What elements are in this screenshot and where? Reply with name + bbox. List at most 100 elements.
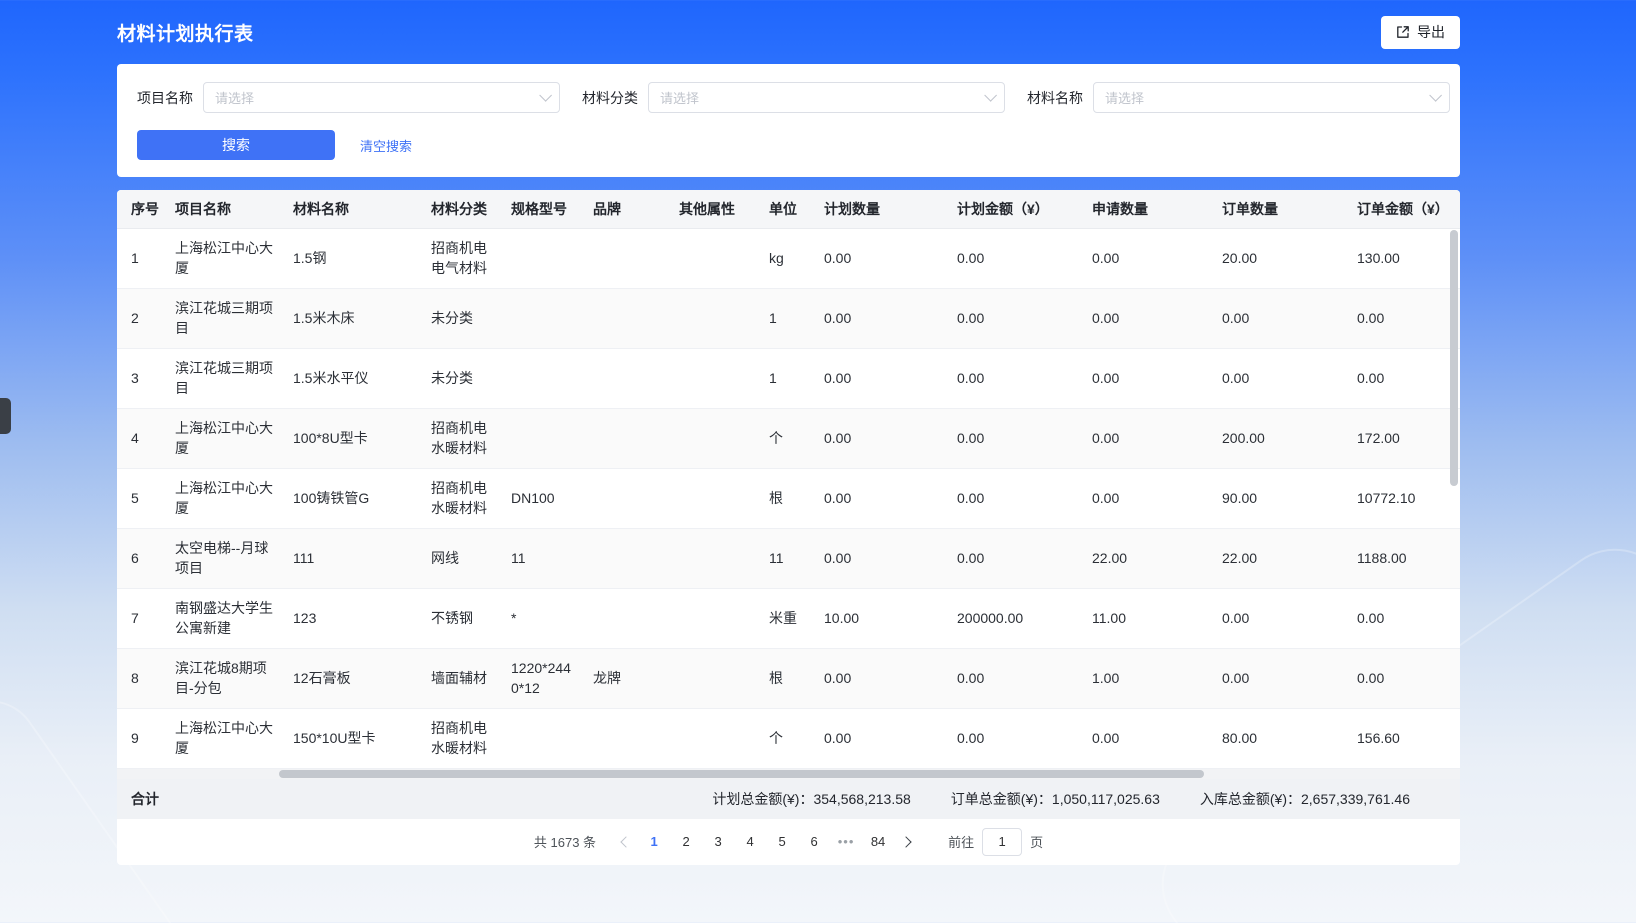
page-number-6[interactable]: 6 [801,829,827,855]
table-cell: 1.5米水平仪 [285,348,423,408]
table-cell: 0.00 [1214,648,1349,708]
table-row[interactable]: 3滨江花城三期项目1.5米水平仪未分类10.000.000.000.000.00 [117,348,1460,408]
export-button[interactable]: 导出 [1381,16,1460,49]
select-placeholder: 请选择 [215,88,254,107]
page-number-3[interactable]: 3 [705,829,731,855]
table-cell: 0.00 [1349,288,1460,348]
table-cell [503,228,585,288]
material-name-select[interactable]: 请选择 [1093,82,1450,113]
table-cell: 0.00 [949,468,1084,528]
table-cell: 0.00 [1214,348,1349,408]
table-cell: 0.00 [949,408,1084,468]
table-body: 1上海松江中心大厦1.5钢招商机电电气材料kg0.000.000.0020.00… [117,228,1460,768]
summary-bar: 合计 计划总金额(¥)：354,568,213.58 订单总金额(¥)：1,05… [117,779,1460,819]
table-cell: 1.5钢 [285,228,423,288]
table-row[interactable]: 9上海松江中心大厦150*10U型卡招商机电水暖材料个0.000.000.008… [117,708,1460,768]
table-row[interactable]: 1上海松江中心大厦1.5钢招商机电电气材料kg0.000.000.0020.00… [117,228,1460,288]
horizontal-scrollbar-thumb[interactable] [279,770,1204,778]
table-cell: 172.00 [1349,408,1460,468]
table-cell: 根 [761,468,816,528]
table-cell: 0.00 [1214,588,1349,648]
column-header: 规格型号 [503,190,585,228]
table-cell: 0.00 [1084,348,1214,408]
table-cell: 未分类 [423,288,503,348]
table-cell: 不锈钢 [423,588,503,648]
table-cell [671,708,761,768]
total-count: 共 1673 条 [534,832,596,851]
table-cell: 0.00 [949,648,1084,708]
goto-page-input[interactable] [982,828,1022,856]
table-cell: 1188.00 [1349,528,1460,588]
table-cell [585,528,671,588]
project-name-label: 项目名称 [137,88,193,108]
page-number-1[interactable]: 1 [641,829,667,855]
table-cell: 10.00 [816,588,949,648]
table-cell [671,228,761,288]
goto-label: 前往 [948,832,974,851]
table-cell: 个 [761,408,816,468]
table-cell: 2 [117,288,167,348]
table-row[interactable]: 8滨江花城8期项目-分包12石膏板墙面辅材1220*2440*12龙牌根0.00… [117,648,1460,708]
table-cell: 0.00 [816,408,949,468]
table-cell [671,288,761,348]
material-category-label: 材料分类 [582,88,638,108]
page-number-4[interactable]: 4 [737,829,763,855]
table-cell: 1220*2440*12 [503,648,585,708]
table-cell [585,588,671,648]
table-cell: 100铸铁管G [285,468,423,528]
table-cell: 上海松江中心大厦 [167,228,285,288]
export-button-label: 导出 [1417,22,1445,42]
table-cell [671,648,761,708]
page-number-5[interactable]: 5 [769,829,795,855]
vertical-scrollbar[interactable] [1450,230,1458,770]
table-cell: 0.00 [1084,468,1214,528]
table-cell [503,288,585,348]
table-row[interactable]: 7南钢盛达大学生公寓新建123不锈钢*米重10.00200000.0011.00… [117,588,1460,648]
page-number-84[interactable]: 84 [865,829,891,855]
column-header: 计划数量 [816,190,949,228]
table-cell: 11 [761,528,816,588]
table-cell: 11 [503,528,585,588]
table-cell: 0.00 [816,468,949,528]
table-cell: 上海松江中心大厦 [167,408,285,468]
table-cell: 4 [117,408,167,468]
table-cell: 根 [761,648,816,708]
material-category-select[interactable]: 请选择 [648,82,1005,113]
table-cell [585,708,671,768]
next-page-button[interactable] [894,830,918,854]
table-cell: 22.00 [1214,528,1349,588]
table-cell [671,348,761,408]
table-cell: 0.00 [949,228,1084,288]
top-bar: 材料计划执行表 导出 [117,0,1460,64]
vertical-scrollbar-thumb[interactable] [1450,230,1458,486]
table-cell: 1 [117,228,167,288]
page-number-2[interactable]: 2 [673,829,699,855]
table-cell: 0.00 [816,348,949,408]
table-cell: 200.00 [1214,408,1349,468]
table-cell: 5 [117,468,167,528]
table-cell: 招商机电水暖材料 [423,408,503,468]
table-row[interactable]: 5上海松江中心大厦100铸铁管G招商机电水暖材料DN100根0.000.000.… [117,468,1460,528]
table-cell: 滨江花城三期项目 [167,288,285,348]
table-cell: 130.00 [1349,228,1460,288]
table-cell: 100*8U型卡 [285,408,423,468]
table-cell: 90.00 [1214,468,1349,528]
column-header: 项目名称 [167,190,285,228]
table-row[interactable]: 4上海松江中心大厦100*8U型卡招商机电水暖材料个0.000.000.0020… [117,408,1460,468]
drawer-handle[interactable] [0,398,11,434]
prev-page-button[interactable] [614,830,638,854]
table-cell: 0.00 [949,708,1084,768]
project-name-select[interactable]: 请选择 [203,82,560,113]
table-row[interactable]: 6太空电梯--月球项目111网线11110.000.0022.0022.0011… [117,528,1460,588]
column-header: 序号 [117,190,167,228]
table-cell: 0.00 [949,288,1084,348]
search-button[interactable]: 搜索 [137,130,335,160]
plan-total: 计划总金额(¥)：354,568,213.58 [712,789,910,809]
material-name-label: 材料名称 [1027,88,1083,108]
table-row[interactable]: 2滨江花城三期项目1.5米木床未分类10.000.000.000.000.00 [117,288,1460,348]
horizontal-scrollbar[interactable] [117,769,1460,779]
column-header: 订单数量 [1214,190,1349,228]
clear-search-link[interactable]: 清空搜索 [360,136,412,155]
table-cell: 8 [117,648,167,708]
table-cell [585,348,671,408]
